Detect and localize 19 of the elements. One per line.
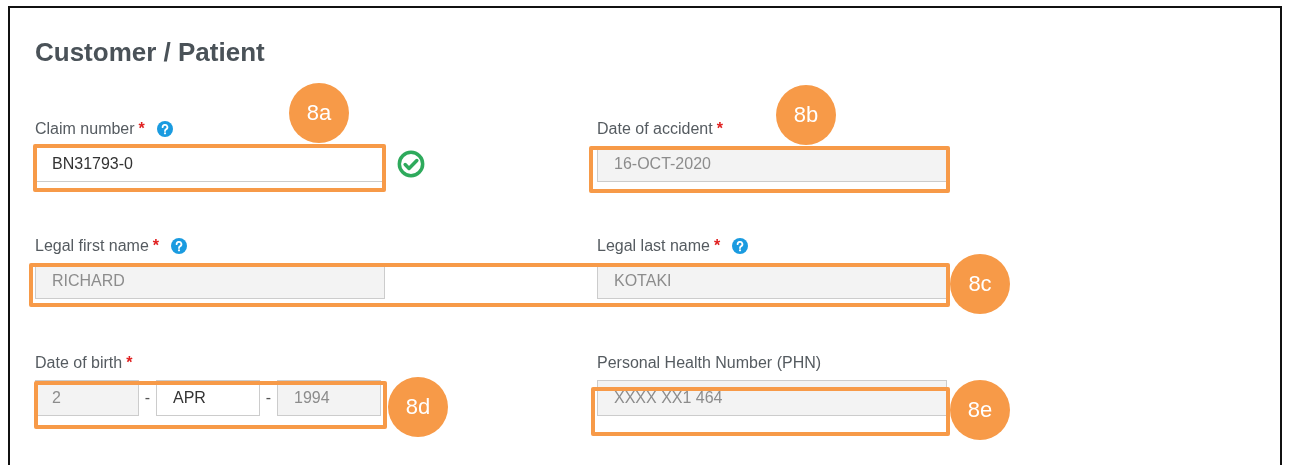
- callout-badge: 8c: [950, 254, 1010, 314]
- required-mark: *: [716, 120, 723, 138]
- required-mark: *: [152, 237, 160, 255]
- required-mark: *: [126, 354, 133, 372]
- required-mark: *: [138, 120, 145, 138]
- field-label: Personal Health Number (PHN): [597, 354, 822, 372]
- field-label: Claim number: [35, 120, 135, 138]
- field-label: Date of birth: [35, 354, 123, 372]
- field-label: Date of accident: [597, 120, 713, 138]
- required-mark: *: [713, 237, 721, 255]
- callout-badge: 8a: [289, 83, 349, 143]
- field-label: Legal first name: [35, 237, 149, 255]
- date-separator: -: [143, 389, 152, 407]
- date-separator: -: [264, 389, 273, 407]
- section-title: Customer / Patient: [35, 36, 266, 68]
- field-label: Legal last name: [597, 237, 710, 255]
- callout-badge: 8b: [776, 85, 836, 145]
- callout-badge: 8e: [950, 380, 1010, 440]
- callout-badge: 8d: [388, 377, 448, 437]
